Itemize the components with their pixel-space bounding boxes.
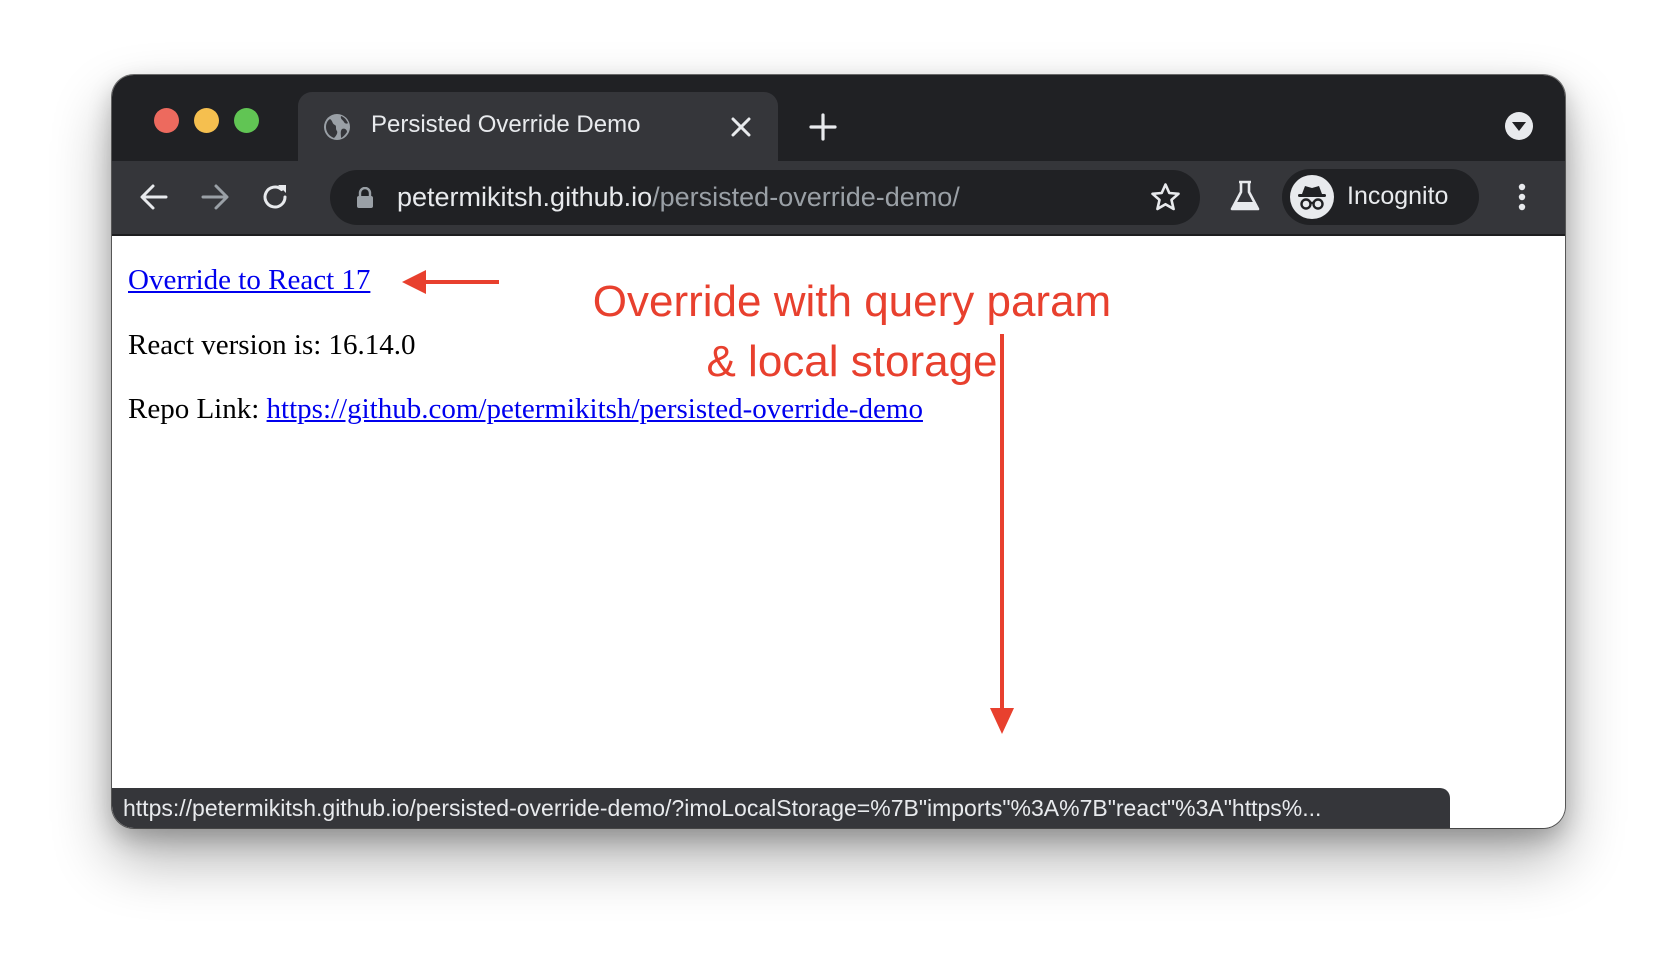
browser-window: Persisted Override Demo petermikitsh.git… <box>112 75 1565 828</box>
close-icon[interactable] <box>730 116 752 138</box>
zoom-window-button[interactable] <box>234 108 259 133</box>
back-arrow-icon[interactable] <box>138 181 170 213</box>
minimize-window-button[interactable] <box>194 108 219 133</box>
url-host: petermikitsh.github.io <box>397 182 653 212</box>
url-path: /persisted-override-demo/ <box>652 182 960 212</box>
toolbar: petermikitsh.github.io/persisted-overrid… <box>112 161 1565 234</box>
plus-icon[interactable] <box>809 113 837 141</box>
forward-arrow-icon[interactable] <box>199 181 231 213</box>
lock-icon[interactable] <box>356 187 374 209</box>
more-menu-icon[interactable] <box>1516 181 1528 213</box>
tab-title: Persisted Override Demo <box>371 111 641 138</box>
profile-button[interactable]: Incognito <box>1282 169 1479 225</box>
react-version-text: React version is: 16.14.0 <box>128 329 416 361</box>
page-content: Override to React 17 React version is: 1… <box>112 234 1565 828</box>
incognito-icon <box>1298 186 1326 210</box>
star-icon[interactable] <box>1150 182 1181 213</box>
tab-active[interactable]: Persisted Override Demo <box>298 92 778 161</box>
globe-icon <box>324 114 350 140</box>
url-text[interactable]: petermikitsh.github.io/persisted-overrid… <box>397 182 960 213</box>
labs-flask-icon[interactable] <box>1228 179 1262 213</box>
down-arrow <box>990 334 1014 734</box>
incognito-avatar <box>1290 175 1334 219</box>
status-bar: https://petermikitsh.github.io/persisted… <box>112 788 1450 828</box>
override-react-link[interactable]: Override to React 17 <box>128 264 370 297</box>
toolbar-divider <box>112 234 1565 236</box>
incognito-label: Incognito <box>1347 182 1449 210</box>
repo-line: Repo Link: https://github.com/petermikit… <box>128 393 923 426</box>
status-url: https://petermikitsh.github.io/persisted… <box>123 795 1322 821</box>
annotation-text: Override with query param & local storag… <box>592 277 1112 386</box>
reload-icon[interactable] <box>259 181 291 213</box>
tab-search-icon[interactable] <box>1504 111 1534 141</box>
repo-link[interactable]: https://github.com/petermikitsh/persiste… <box>267 393 923 425</box>
title-bar: Persisted Override Demo <box>112 75 1565 161</box>
address-bar[interactable]: petermikitsh.github.io/persisted-overrid… <box>330 170 1200 225</box>
repo-label: Repo Link: <box>128 393 260 425</box>
close-window-button[interactable] <box>154 108 179 133</box>
left-arrow <box>402 270 499 294</box>
